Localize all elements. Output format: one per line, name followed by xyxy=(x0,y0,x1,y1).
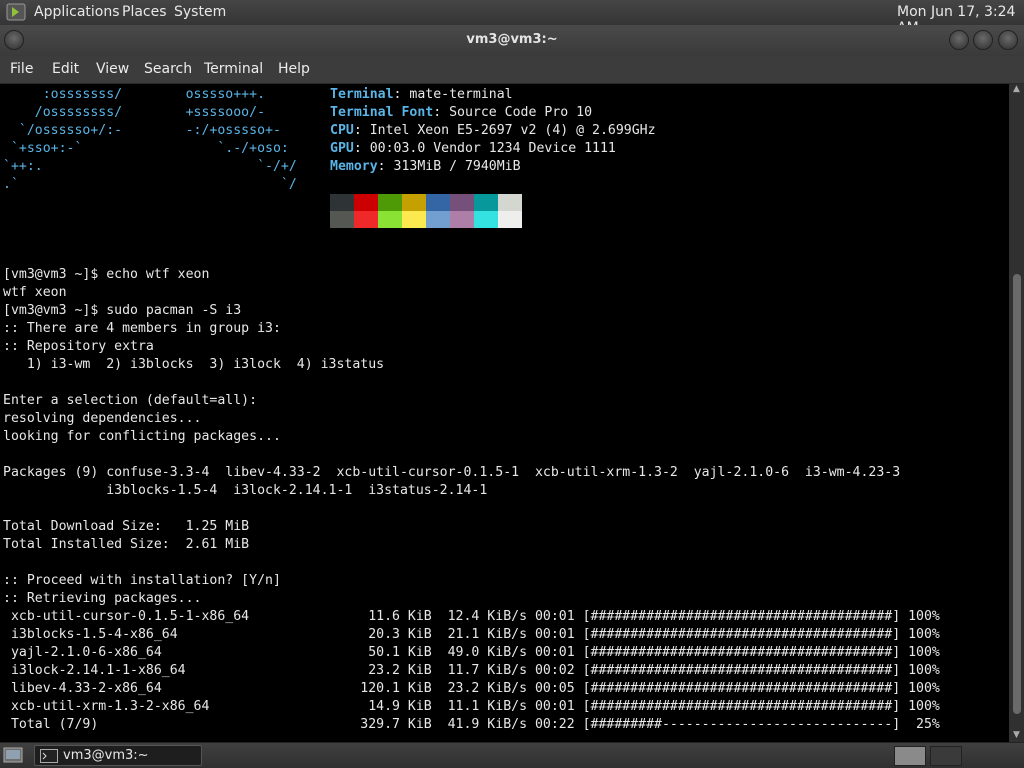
palette-swatch xyxy=(450,194,474,211)
palette-swatch xyxy=(354,211,378,228)
terminal-scrollbar[interactable]: ▲ ▼ xyxy=(1009,84,1024,742)
terminal-line: :: There are 4 members in group i3: xyxy=(3,321,281,336)
color-palette xyxy=(330,194,522,228)
neofetch-art-line: /ossssssss/ +ssssooo/- xyxy=(3,105,266,120)
show-desktop-icon[interactable] xyxy=(3,746,23,764)
terminal-line: wtf xeon xyxy=(3,285,67,300)
neofetch-info-cpu: CPU: Intel Xeon E5-2697 v2 (4) @ 2.699GH… xyxy=(330,123,656,138)
menu-terminal[interactable]: Terminal xyxy=(204,61,263,77)
palette-swatch xyxy=(426,211,450,228)
terminal-line: looking for conflicting packages... xyxy=(3,429,281,444)
palette-swatch xyxy=(474,211,498,228)
palette-swatch xyxy=(474,194,498,211)
download-progress-line: yajl-2.1.0-6-x86_64 50.1 KiB 49.0 KiB/s … xyxy=(3,645,940,660)
palette-swatch xyxy=(378,211,402,228)
menu-view[interactable]: View xyxy=(96,61,129,77)
neofetch-art-line: .` `/ xyxy=(3,177,297,192)
system-menu[interactable]: System xyxy=(174,4,226,20)
menu-help[interactable]: Help xyxy=(278,61,310,77)
terminal-line: Total Download Size: 1.25 MiB xyxy=(3,519,250,534)
minimize-button[interactable] xyxy=(949,30,969,50)
close-button[interactable] xyxy=(998,30,1018,50)
menu-edit[interactable]: Edit xyxy=(52,61,79,77)
menu-search[interactable]: Search xyxy=(144,61,192,77)
terminal-line: Packages (9) confuse-3.3-4 libev-4.33-2 … xyxy=(3,465,901,480)
neofetch-art-line: `+sso+:-` `.-/+oso: xyxy=(3,141,289,156)
terminal-line: :: Retrieving packages... xyxy=(3,591,202,606)
maximize-button[interactable] xyxy=(973,30,993,50)
neofetch-art-line: `/ossssso+/:- -:/+osssso+- xyxy=(3,123,281,138)
terminal-line: i3blocks-1.5-4 i3lock-2.14.1-1 i3status-… xyxy=(3,483,488,498)
terminal-line: [vm3@vm3 ~]$ echo wtf xeon xyxy=(3,267,210,282)
taskbar-window-label: vm3@vm3:~ xyxy=(63,748,149,763)
applications-menu-icon[interactable] xyxy=(6,3,26,21)
palette-swatch xyxy=(402,211,426,228)
palette-swatch xyxy=(378,194,402,211)
palette-swatch xyxy=(330,211,354,228)
terminal-output[interactable]: :osssssss/ osssso+++. /ossssssss/ +sssso… xyxy=(0,84,1009,742)
neofetch-art-line: `++:. `-/+/ xyxy=(3,159,297,174)
workspace-switcher-active[interactable] xyxy=(894,746,926,766)
download-progress-line: xcb-util-xrm-1.3-2-x86_64 14.9 KiB 11.1 … xyxy=(3,699,940,714)
neofetch-art-line: :osssssss/ osssso+++. xyxy=(3,87,266,102)
scroll-down-arrow-icon[interactable]: ▼ xyxy=(1009,730,1024,742)
menu-file[interactable]: File xyxy=(10,61,33,77)
top-panel: Applications Places System Mon Jun 17, 3… xyxy=(0,0,1024,36)
download-progress-line: xcb-util-cursor-0.1.5-1-x86_64 11.6 KiB … xyxy=(3,609,940,624)
download-total-line: Total (7/9) 329.7 KiB 41.9 KiB/s 00:22 [… xyxy=(3,717,940,732)
palette-swatch xyxy=(498,211,522,228)
palette-swatch xyxy=(426,194,450,211)
palette-swatch xyxy=(354,194,378,211)
menu-bar: File Edit View Search Terminal Help xyxy=(0,56,1024,84)
download-progress-line: libev-4.33-2-x86_64 120.1 KiB 23.2 KiB/s… xyxy=(3,681,940,696)
terminal-icon xyxy=(40,749,58,763)
palette-swatch xyxy=(330,194,354,211)
scrollbar-thumb[interactable] xyxy=(1013,274,1021,714)
terminal-line: Total Installed Size: 2.61 MiB xyxy=(3,537,250,552)
terminal-line: :: Proceed with installation? [Y/n] xyxy=(3,573,281,588)
window-titlebar[interactable]: vm3@vm3:~ xyxy=(0,25,1024,56)
terminal-line: 1) i3-wm 2) i3blocks 3) i3lock 4) i3stat… xyxy=(3,357,385,372)
window-title: vm3@vm3:~ xyxy=(466,32,558,47)
places-menu[interactable]: Places xyxy=(122,4,167,20)
terminal-line: Enter a selection (default=all): xyxy=(3,393,258,408)
taskbar-window-button[interactable]: vm3@vm3:~ xyxy=(34,745,202,766)
palette-swatch xyxy=(498,194,522,211)
bottom-panel: vm3@vm3:~ xyxy=(0,742,1024,768)
neofetch-info-memory: Memory: 313MiB / 7940MiB xyxy=(330,159,521,174)
terminal-line: :: Repository extra xyxy=(3,339,154,354)
terminal-line: resolving dependencies... xyxy=(3,411,202,426)
palette-swatch xyxy=(402,194,426,211)
download-progress-line: i3lock-2.14.1-1-x86_64 23.2 KiB 11.7 KiB… xyxy=(3,663,940,678)
neofetch-info-font: Terminal Font: Source Code Pro 10 xyxy=(330,105,593,120)
terminal-line: [vm3@vm3 ~]$ sudo pacman -S i3 xyxy=(3,303,242,318)
applications-menu[interactable]: Applications xyxy=(34,4,120,20)
palette-swatch xyxy=(450,211,474,228)
neofetch-info-gpu: GPU: 00:03.0 Vendor 1234 Device 1111 xyxy=(330,141,616,156)
workspace-switcher-inactive[interactable] xyxy=(930,746,962,766)
scroll-up-arrow-icon[interactable]: ▲ xyxy=(1009,84,1024,96)
neofetch-info-terminal: Terminal: mate-terminal xyxy=(330,87,513,102)
download-progress-line: i3blocks-1.5-4-x86_64 20.3 KiB 21.1 KiB/… xyxy=(3,627,940,642)
